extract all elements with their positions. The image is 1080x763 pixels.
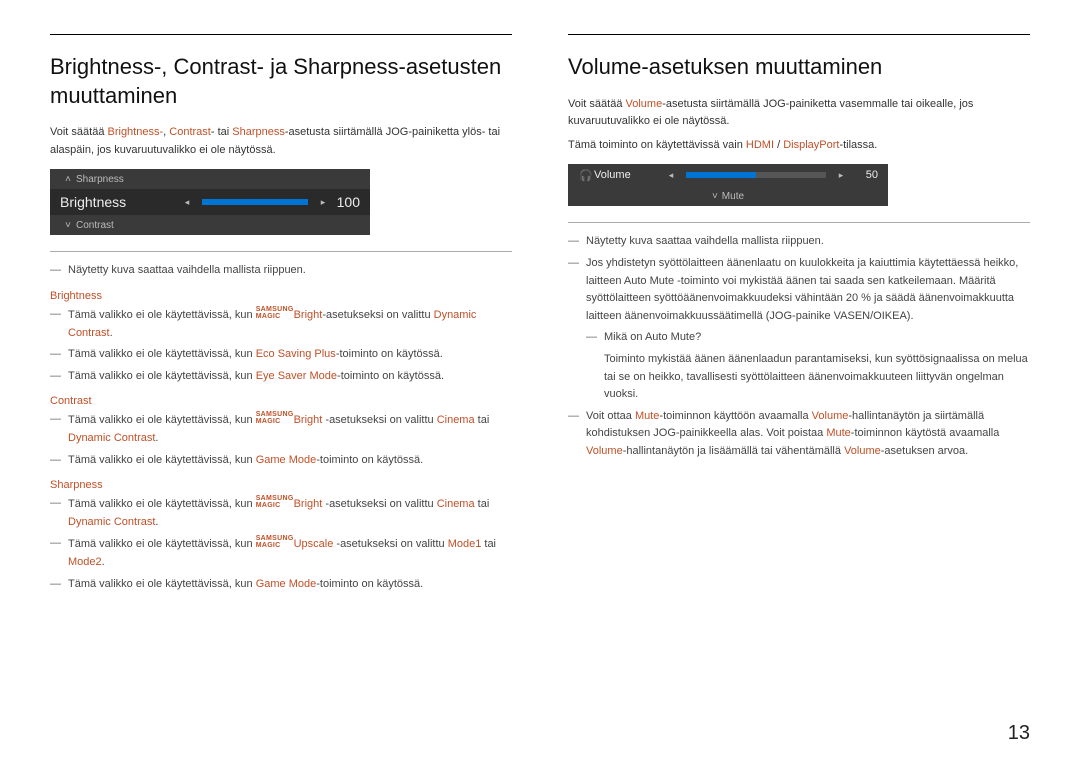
osd-row-below: ˅ Mute (568, 186, 888, 206)
osd-row-main: Brightness ◂ ▸ 100 (50, 189, 370, 215)
samsung-magic-logo: SAMSUNGMAGIC (256, 306, 294, 320)
left-column: Brightness-, Contrast- ja Sharpness-aset… (50, 34, 512, 597)
sub-answer: Toiminto mykistää äänen äänenlaadun para… (586, 351, 1030, 404)
osd-main-label: Brightness (60, 194, 180, 210)
top-rule (50, 34, 512, 35)
chevron-down-icon: ˅ (60, 220, 76, 231)
section-heading-brightness: Brightness-, Contrast- ja Sharpness-aset… (50, 53, 512, 110)
list-item: ― Tämä valikko ei ole käytettävissä, kun… (50, 452, 512, 470)
hdmi-note: Tämä toiminto on käytettävissä vain HDMI… (568, 137, 1030, 155)
note-auto-mute: ―Jos yhdistetyn syöttölaitteen äänenlaat… (568, 255, 1030, 325)
samsung-magic-logo: SAMSUNGMAGIC (256, 535, 294, 549)
osd-row-above: ˄ Sharpness (50, 169, 370, 189)
divider (50, 251, 512, 252)
headphones-icon: 🎧 (578, 169, 594, 182)
list-item: ― Tämä valikko ei ole käytettävissä, kun… (50, 306, 512, 342)
two-column-layout: Brightness-, Contrast- ja Sharpness-aset… (50, 34, 1030, 597)
list-item: ― Tämä valikko ei ole käytettävissä, kun… (50, 576, 512, 594)
osd-row-main: 🎧 Volume ◂ ▸ 50 (568, 164, 888, 186)
osd-value: 100 (330, 194, 360, 210)
osd-brightness: ˄ Sharpness Brightness ◂ ▸ 100 ˅ Contras… (50, 169, 370, 235)
triangle-left-icon: ◂ (664, 170, 678, 181)
osd-value: 50 (848, 169, 878, 181)
osd-above-label: Sharpness (76, 174, 124, 185)
intro-paragraph: Voit säätää Brightness-, Contrast- tai S… (50, 124, 512, 159)
divider (568, 222, 1030, 223)
osd-below-label: Contrast (76, 220, 114, 231)
note-image-vary: ―Näytetty kuva saattaa vaihdella mallist… (50, 262, 512, 280)
osd-main-label: Volume (594, 169, 664, 181)
osd-slider-fill (202, 199, 308, 205)
list-item: ― Tämä valikko ei ole käytettävissä, kun… (50, 495, 512, 531)
subhead-sharpness: Sharpness (50, 479, 512, 491)
top-rule (568, 34, 1030, 35)
manual-page: Brightness-, Contrast- ja Sharpness-aset… (0, 0, 1080, 763)
section-heading-volume: Volume-asetuksen muuttaminen (568, 53, 1030, 82)
osd-volume: 🎧 Volume ◂ ▸ 50 ˅ Mute (568, 164, 888, 206)
list-item: ― Tämä valikko ei ole käytettävissä, kun… (50, 346, 512, 364)
right-column: Volume-asetuksen muuttaminen Voit säätää… (568, 34, 1030, 597)
chevron-up-icon: ˄ (60, 174, 76, 185)
osd-slider-fill (686, 172, 756, 178)
intro-paragraph: Voit säätää Volume-asetusta siirtämällä … (568, 96, 1030, 131)
triangle-left-icon: ◂ (180, 197, 194, 208)
samsung-magic-logo: SAMSUNGMAGIC (256, 411, 294, 425)
list-item: ― Tämä valikko ei ole käytettävissä, kun… (50, 368, 512, 386)
triangle-right-icon: ▸ (316, 197, 330, 208)
sub-question: ―Mikä on Auto Mute? (586, 329, 1030, 347)
osd-slider (686, 172, 826, 178)
list-item: ― Tämä valikko ei ole käytettävissä, kun… (50, 535, 512, 571)
subhead-brightness: Brightness (50, 290, 512, 302)
osd-slider (202, 199, 308, 205)
osd-below-label: Mute (722, 191, 744, 202)
note-mute: ― Voit ottaa Mute-toiminnon käyttöön ava… (568, 408, 1030, 461)
chevron-down-icon: ˅ (712, 191, 718, 202)
osd-row-below: ˅ Contrast (50, 215, 370, 235)
triangle-right-icon: ▸ (834, 170, 848, 181)
samsung-magic-logo: SAMSUNGMAGIC (256, 495, 294, 509)
note-image-vary: ―Näytetty kuva saattaa vaihdella mallist… (568, 233, 1030, 251)
subhead-contrast: Contrast (50, 395, 512, 407)
page-number: 13 (1008, 722, 1030, 745)
list-item: ― Tämä valikko ei ole käytettävissä, kun… (50, 411, 512, 447)
